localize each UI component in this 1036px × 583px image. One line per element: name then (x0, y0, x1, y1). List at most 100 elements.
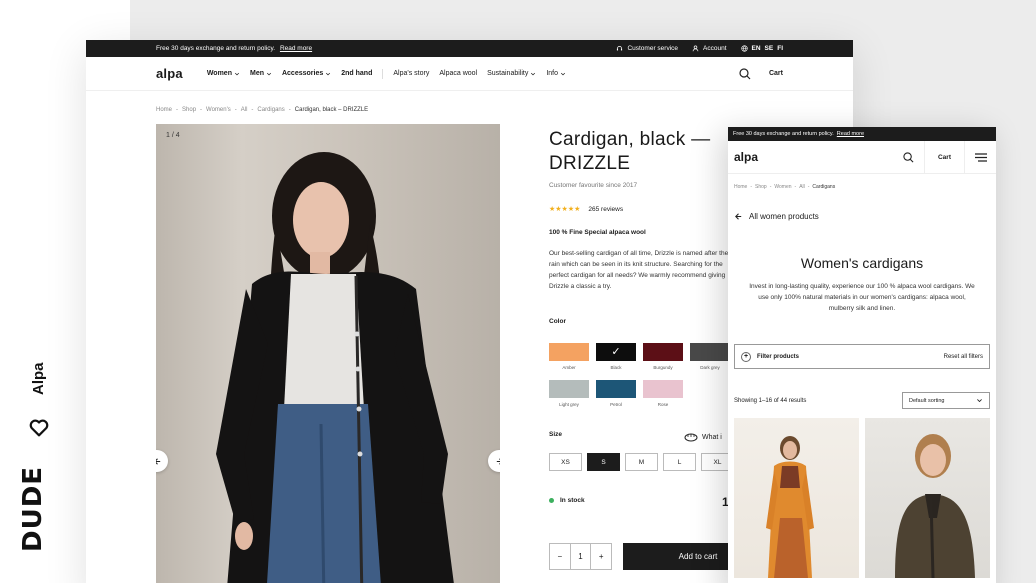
category-title: Women's cardigans (800, 255, 924, 271)
mobile-logo[interactable]: alpa (728, 150, 892, 164)
breadcrumb-cardigans[interactable]: Cardigans (257, 107, 284, 113)
breadcrumb-home[interactable]: Home (156, 107, 172, 113)
swatch-fill (643, 380, 683, 398)
size-option-s[interactable]: S (587, 453, 620, 471)
globe-icon (740, 45, 748, 52)
customer-service-label: Customer service (627, 45, 679, 52)
plus-icon: + (741, 351, 751, 362)
category-description: Invest in long-lasting quality, experien… (749, 283, 975, 312)
lang-fi[interactable]: FI (777, 45, 783, 52)
stock-status: In stock (549, 497, 585, 504)
swatch-label: Light grey (559, 402, 579, 407)
swatch-rose[interactable]: Rose (643, 380, 683, 407)
filter-bar: + Filter products Reset all filters (734, 344, 990, 369)
agency-logo: DUDE (18, 465, 48, 552)
mobile-breadcrumb-current: Cardigans (812, 184, 836, 190)
chevron-down-icon (531, 72, 536, 75)
checkmark-icon: ✓ (611, 346, 621, 358)
desktop-main-nav: alpa Women Men Accessories 2nd hand Alpa… (86, 57, 853, 91)
quantity-value[interactable]: 1 (569, 544, 592, 569)
mobile-menu-button[interactable] (964, 140, 996, 174)
size-option-l[interactable]: L (663, 453, 696, 471)
mobile-promo-read-more-link[interactable]: Read more (837, 131, 864, 137)
filter-label: Filter products (757, 353, 800, 360)
arrow-left-icon (735, 213, 742, 220)
customer-service-link[interactable]: Customer service (616, 45, 678, 52)
lang-en[interactable]: EN (752, 45, 761, 52)
ruler-icon (684, 433, 698, 442)
cart-link[interactable]: Cart (769, 70, 783, 77)
mobile-search-button[interactable] (892, 141, 924, 174)
size-option-m[interactable]: M (625, 453, 658, 471)
size-label: Size (549, 431, 563, 438)
nav-item-sustainability[interactable]: Sustainability (487, 70, 536, 77)
results-count: Showing 1–16 of 44 results (734, 397, 807, 404)
lang-se[interactable]: SE (765, 45, 774, 52)
swatch-label: Petrol (610, 402, 622, 407)
search-icon (902, 151, 913, 162)
mobile-topbar: Free 30 days exchange and return policy.… (728, 127, 996, 141)
nav-item-2nd-hand[interactable]: 2nd hand (341, 70, 372, 77)
nav-item-alpaca-wool[interactable]: Alpaca wool (439, 70, 477, 77)
breadcrumb: Home - Shop - Women's - All - Cardigans - Car… (156, 107, 369, 113)
size-guide-link[interactable]: What i (684, 433, 722, 442)
client-name: Alpa (30, 362, 47, 395)
arrow-right-icon (496, 457, 500, 465)
swatch-light-grey[interactable]: Light grey (549, 380, 589, 407)
account-link[interactable]: Account (692, 45, 727, 52)
product-card[interactable] (734, 418, 859, 578)
promo-banner: Free 30 days exchange and return policy.… (156, 45, 616, 52)
product-grid (728, 418, 996, 578)
nav-item-info[interactable]: Info (546, 70, 566, 77)
breadcrumb-womens[interactable]: Women's (206, 107, 231, 113)
size-option-xs[interactable]: XS (549, 453, 582, 471)
swatch-label: Dark grey (700, 365, 720, 370)
quantity-decrease-button[interactable]: − (550, 544, 570, 569)
swatch-burgundy[interactable]: Burgundy (643, 343, 683, 370)
mobile-breadcrumb-women[interactable]: Women (774, 184, 791, 190)
stock-label: In stock (560, 497, 585, 504)
mobile-cart-link[interactable]: Cart (924, 140, 964, 174)
model-photo (216, 152, 454, 583)
mobile-breadcrumb-all[interactable]: All (799, 184, 805, 190)
nav-item-alpas-story[interactable]: Alpa's story (393, 70, 429, 77)
swatch-petrol[interactable]: Petrol (596, 380, 636, 407)
reset-filters-link[interactable]: Reset all filters (944, 354, 983, 360)
nav-item-accessories[interactable]: Accessories (282, 70, 331, 77)
chevron-down-icon (266, 72, 272, 75)
search-icon[interactable] (739, 67, 751, 80)
swatch-fill (549, 343, 589, 361)
swatch-dark-grey[interactable]: Dark grey (690, 343, 730, 370)
breadcrumb-all[interactable]: All (241, 107, 248, 113)
swatch-fill (596, 380, 636, 398)
size-guide-label: What i (702, 434, 722, 441)
desktop-topbar: Free 30 days exchange and return policy.… (86, 40, 853, 57)
filter-products-button[interactable]: + Filter products (741, 351, 944, 362)
swatch-black[interactable]: ✓ Black (596, 343, 636, 370)
back-link-label: All women products (749, 212, 819, 221)
nav-item-men[interactable]: Men (250, 70, 272, 77)
logo[interactable]: alpa (156, 66, 183, 81)
in-stock-indicator (549, 498, 554, 503)
mobile-nav: alpa Cart (728, 140, 996, 174)
swatch-label: Black (610, 365, 622, 370)
language-switcher[interactable]: EN SE FI (740, 45, 783, 52)
rating-stars: ★★★★★ (549, 206, 581, 213)
chevron-down-icon (234, 72, 240, 75)
mobile-breadcrumb-shop[interactable]: Shop (755, 184, 767, 190)
swatch-amber[interactable]: Amber (549, 343, 589, 370)
sort-dropdown[interactable]: Default sorting (902, 392, 990, 409)
promo-read-more-link[interactable]: Read more (280, 45, 312, 52)
swatch-fill (690, 343, 730, 361)
chevron-down-icon (560, 72, 566, 75)
swatch-fill (549, 380, 589, 398)
breadcrumb-shop[interactable]: Shop (182, 107, 196, 113)
mobile-breadcrumb-home[interactable]: Home (734, 184, 747, 190)
back-link[interactable]: All women products (728, 190, 996, 221)
product-description: Our best-selling cardigan of all time, D… (549, 250, 729, 290)
quantity-increase-button[interactable]: + (591, 544, 611, 569)
nav-item-women[interactable]: Women (207, 70, 240, 77)
product-card[interactable] (865, 418, 990, 578)
sort-value: Default sorting (909, 397, 945, 404)
promo-text: Free 30 days exchange and return policy. (156, 45, 276, 52)
